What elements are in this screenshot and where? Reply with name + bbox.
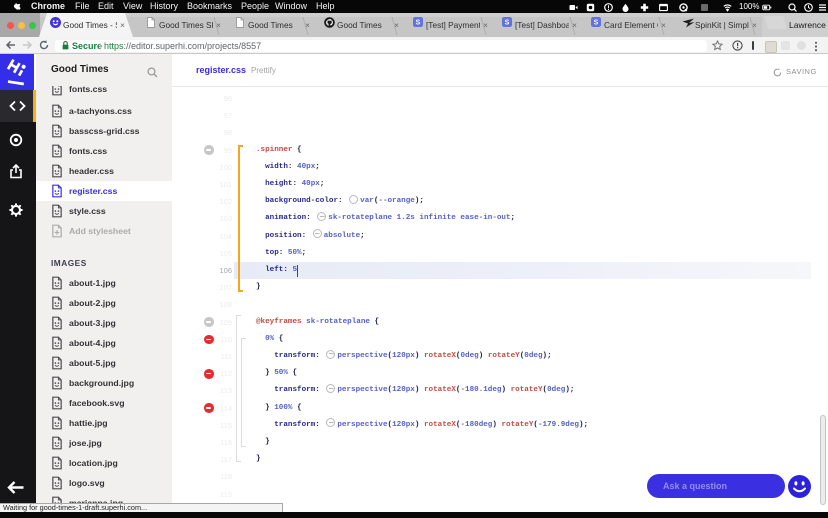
- svg-text:S: S: [416, 20, 421, 27]
- svg-text:S: S: [505, 20, 510, 27]
- svg-text:S: S: [594, 20, 599, 27]
